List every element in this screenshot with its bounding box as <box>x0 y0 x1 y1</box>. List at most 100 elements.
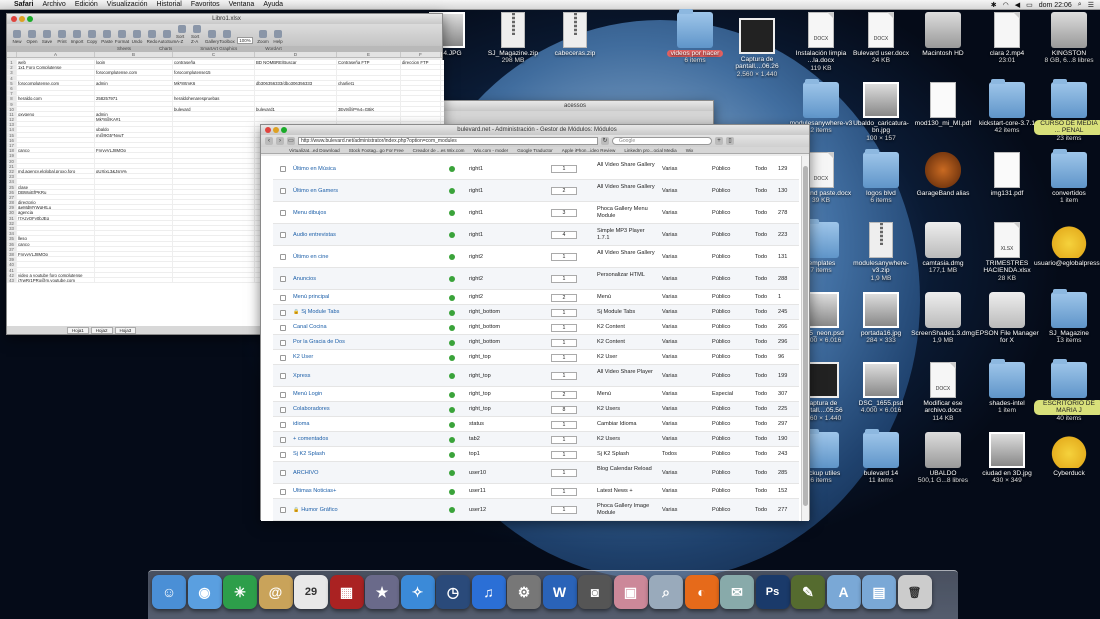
back-icon[interactable]: ‹ <box>265 137 273 145</box>
published-check-icon[interactable] <box>449 488 455 495</box>
desktop-icon-folder[interactable]: kickstart-core-3.7.1 42 items <box>972 79 1042 135</box>
timemachine-icon[interactable]: ◷ <box>436 575 470 609</box>
search-field[interactable]: Google <box>612 137 712 145</box>
module-title-link[interactable]: Último en Gamers <box>293 188 338 194</box>
module-title-link[interactable]: + comentados <box>293 436 328 442</box>
row-checkbox[interactable] <box>280 166 286 172</box>
desktop-icon-doc[interactable]: DOCX Bulevard user.docx 24 KB <box>846 12 916 65</box>
desktop-icon-hd[interactable]: Macintosh HD <box>908 12 978 57</box>
zoom-icon[interactable] <box>27 16 33 22</box>
desktop-icon-photo[interactable]: DSC_1655.psd 4.000 × 6.016 <box>846 362 916 415</box>
cell[interactable] <box>95 163 173 168</box>
cell[interactable] <box>17 91 95 96</box>
imovie-icon[interactable]: ★ <box>365 575 399 609</box>
cell[interactable] <box>95 143 173 148</box>
order-input[interactable]: 2 <box>551 390 577 399</box>
cell[interactable]: m@9G5*NvuT <box>95 132 173 137</box>
bookmark-item[interactable]: Stock Footag...go For Free <box>349 148 404 153</box>
corner-cell[interactable] <box>7 52 17 57</box>
row-checkbox[interactable] <box>280 210 286 216</box>
row-checkbox[interactable] <box>280 507 286 513</box>
row-checkbox[interactable] <box>280 276 286 282</box>
cell[interactable] <box>17 174 95 179</box>
toolbar-button-undo[interactable]: Undo <box>131 30 143 44</box>
row-checkbox[interactable] <box>280 254 286 260</box>
cell[interactable] <box>173 137 255 142</box>
cell[interactable] <box>95 246 173 251</box>
cell[interactable] <box>173 251 255 257</box>
module-title-link[interactable]: K2 User <box>293 354 313 360</box>
toolbar-button-format[interactable]: Format <box>115 30 129 44</box>
cell[interactable]: canco <box>17 241 95 246</box>
module-title[interactable]: Menú Login <box>293 391 322 397</box>
order-input[interactable]: 2 <box>551 293 577 302</box>
cell[interactable] <box>95 106 173 111</box>
forward-icon[interactable]: › <box>276 137 284 145</box>
module-title-link[interactable]: Por la Gracia de Dos <box>293 339 345 345</box>
row-checkbox[interactable] <box>280 294 286 301</box>
cell[interactable]: Mk*8@KA#1 <box>95 117 173 122</box>
cell[interactable] <box>17 163 95 168</box>
cell[interactable] <box>95 210 173 215</box>
module-title[interactable]: Humor Gráfico <box>301 507 337 513</box>
menu-ventana[interactable]: Ventana <box>229 1 255 8</box>
module-title[interactable]: Xpress <box>293 373 310 379</box>
module-title-link[interactable]: Anuncios <box>293 276 316 282</box>
cell[interactable] <box>255 117 337 122</box>
browser-window[interactable]: bulevard.net - Administración - Gestor d… <box>260 124 810 521</box>
add-bookmark-icon[interactable]: + <box>715 137 723 145</box>
cell[interactable] <box>95 236 173 241</box>
cell[interactable] <box>173 184 255 189</box>
cell[interactable] <box>95 241 173 246</box>
cell[interactable] <box>17 106 95 111</box>
toolbar-button-save[interactable]: Save <box>41 30 53 44</box>
published-check-icon[interactable] <box>449 421 455 428</box>
module-title[interactable]: Último en Música <box>293 166 336 172</box>
row-checkbox[interactable] <box>280 309 286 316</box>
cell[interactable] <box>173 75 255 80</box>
toolbar-button-autosum[interactable]: AutoSum <box>158 30 176 44</box>
toolbar-button-redo[interactable]: Redo <box>146 30 158 44</box>
desktop-icon-folder[interactable]: bulevard 14 11 items <box>846 429 916 485</box>
desktop-icon-folder[interactable]: shades-intel 1 item <box>972 359 1042 415</box>
minimize-icon[interactable] <box>19 16 25 22</box>
cell[interactable] <box>173 194 255 200</box>
published-check-icon[interactable] <box>449 232 455 238</box>
photoshop-icon[interactable]: Ps <box>755 575 790 609</box>
cell[interactable] <box>173 143 255 148</box>
cell[interactable] <box>95 226 173 231</box>
module-title[interactable]: Colaboradores <box>293 406 330 412</box>
desktop-icon-photo[interactable]: portada16.jpg 284 × 333 <box>846 292 916 345</box>
cell[interactable] <box>255 101 337 106</box>
cell[interactable] <box>17 220 95 225</box>
cell[interactable] <box>173 277 255 283</box>
order-input[interactable]: 1 <box>551 338 577 347</box>
cell[interactable] <box>17 257 95 262</box>
cell[interactable] <box>95 200 173 205</box>
cell[interactable] <box>173 220 255 225</box>
cell[interactable]: admin <box>95 80 173 85</box>
column-header-e[interactable]: E <box>337 52 401 57</box>
zoom-field[interactable]: 100% <box>236 37 254 44</box>
module-title-link[interactable]: Canal Cocina <box>293 324 327 330</box>
order-input[interactable]: 8 <box>551 405 577 414</box>
menu-app-name[interactable]: Safari <box>14 1 33 8</box>
desktop-icon-pdf[interactable]: img131.pdf <box>972 152 1042 197</box>
cell[interactable] <box>173 117 255 122</box>
menu-edicion[interactable]: Edición <box>75 1 98 8</box>
toolbar-button-open[interactable]: Open <box>26 30 38 44</box>
cell[interactable] <box>401 65 441 70</box>
cell[interactable] <box>173 127 255 132</box>
cell[interactable] <box>95 153 173 158</box>
desktop-icon-dmg[interactable]: EPSON File Manager for X <box>972 292 1042 345</box>
cell[interactable] <box>173 122 255 127</box>
cell[interactable] <box>173 153 255 158</box>
row-checkbox[interactable] <box>280 232 286 238</box>
column-header-c[interactable]: C <box>173 52 255 57</box>
desktop-icon-folder[interactable]: logos blvd 6 items <box>846 149 916 205</box>
word-icon[interactable]: W <box>542 575 577 609</box>
cell[interactable] <box>17 267 95 272</box>
module-title-link[interactable]: Menú Login <box>293 391 322 397</box>
toolbar-button-copy[interactable]: Copy <box>86 30 98 44</box>
cell[interactable]: canco <box>17 148 95 153</box>
